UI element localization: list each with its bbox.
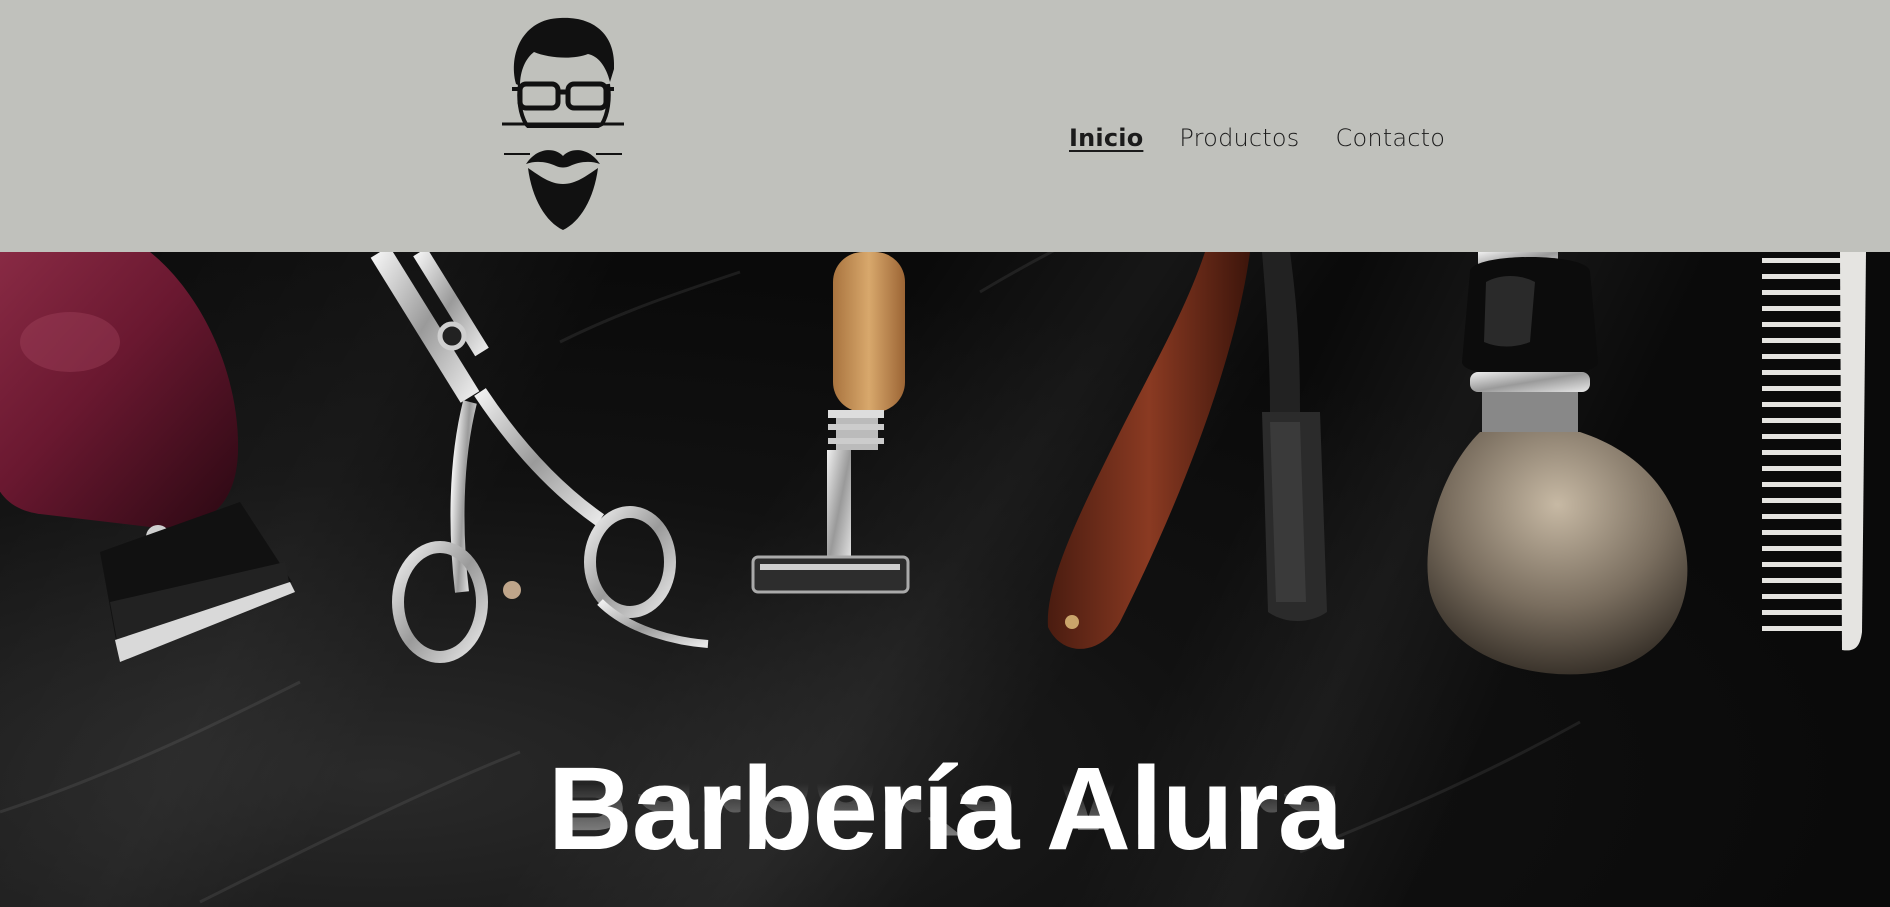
nav-link-productos[interactable]: Productos bbox=[1179, 124, 1299, 152]
shaving-brush-icon bbox=[1427, 252, 1688, 675]
scissors-icon bbox=[370, 252, 709, 663]
straight-razor-icon bbox=[1047, 252, 1327, 649]
bearded-man-glasses-logo-icon bbox=[502, 17, 624, 230]
nav-link-inicio[interactable]: Inicio bbox=[1069, 124, 1143, 152]
hero-title: Barbería Alura bbox=[547, 743, 1344, 875]
site-header: Inicio Productos Contacto bbox=[0, 0, 1890, 252]
safety-razor-icon bbox=[751, 252, 910, 594]
alura-logo[interactable] bbox=[498, 14, 628, 234]
main-nav: Inicio Productos Contacto bbox=[1069, 118, 1445, 158]
comb-icon bbox=[1762, 252, 1866, 651]
nav-link-contacto[interactable]: Contacto bbox=[1336, 124, 1446, 152]
hair-clipper-icon bbox=[0, 252, 295, 662]
hero-banner: Barbería Alura Barbería Alura bbox=[0, 252, 1890, 907]
